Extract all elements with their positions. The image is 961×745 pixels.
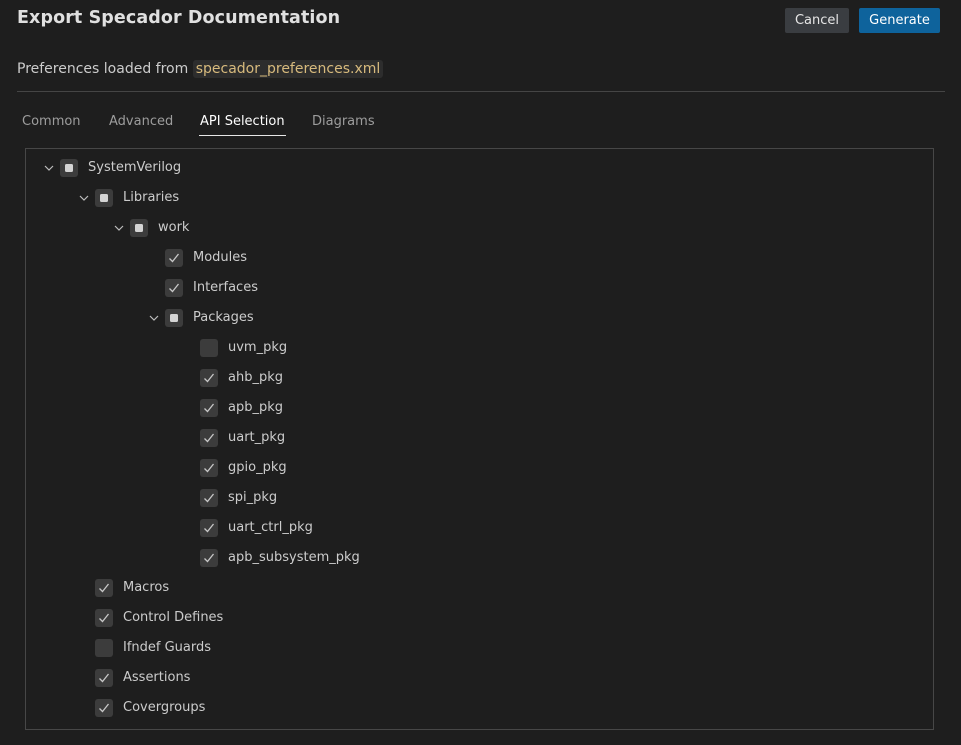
checkbox-partial[interactable] [130, 219, 148, 237]
checkbox-checked[interactable] [95, 669, 113, 687]
checkbox-checked[interactable] [95, 579, 113, 597]
check-icon [202, 401, 216, 415]
tree-item[interactable]: SystemVerilog [26, 159, 933, 179]
check-icon [202, 521, 216, 535]
tree-item[interactable]: Ifndef Guards [26, 639, 933, 659]
tree-item[interactable]: Macros [26, 579, 933, 599]
tree-item-label: Macros [123, 580, 170, 595]
indeterminate-icon [65, 164, 73, 172]
checkbox-checked[interactable] [200, 489, 218, 507]
tree-item-label: Libraries [123, 190, 180, 205]
check-icon [202, 491, 216, 505]
tree-item-label: Interfaces [193, 280, 258, 295]
checkbox-checked[interactable] [95, 699, 113, 717]
indeterminate-icon [135, 224, 143, 232]
tree-item[interactable]: spi_pkg [26, 489, 933, 509]
tab-diagrams[interactable]: Diagrams [312, 114, 375, 129]
preferences-prefix: Preferences loaded from [17, 61, 193, 77]
indeterminate-icon [100, 194, 108, 202]
tree-item-label: uvm_pkg [228, 340, 288, 355]
indeterminate-icon [170, 314, 178, 322]
tree-item-label: Covergroups [123, 700, 206, 715]
checkbox-checked[interactable] [165, 249, 183, 267]
check-icon [167, 251, 181, 265]
check-icon [202, 431, 216, 445]
tree-item-label: Packages [193, 310, 254, 325]
check-icon [202, 371, 216, 385]
tab-advanced[interactable]: Advanced [109, 114, 173, 129]
tree-item-label: apb_pkg [228, 400, 284, 415]
checkbox-checked[interactable] [200, 399, 218, 417]
cancel-button[interactable]: Cancel [785, 8, 849, 33]
tree-item[interactable]: Packages [26, 309, 933, 329]
tree-item[interactable]: ahb_pkg [26, 369, 933, 389]
tree-item-label: ahb_pkg [228, 370, 283, 385]
chevron-down-icon[interactable] [77, 191, 91, 205]
preferences-filename: specador_preferences.xml [192, 60, 384, 78]
generate-button[interactable]: Generate [859, 8, 940, 33]
tree-item[interactable]: apb_subsystem_pkg [26, 549, 933, 569]
tree-item[interactable]: apb_pkg [26, 399, 933, 419]
checkbox-partial[interactable] [60, 159, 78, 177]
tab-common[interactable]: Common [22, 114, 81, 129]
header-divider [17, 91, 945, 92]
checkbox-checked[interactable] [200, 519, 218, 537]
checkbox-partial[interactable] [165, 309, 183, 327]
dialog-title: Export Specador Documentation [17, 8, 341, 28]
check-icon [97, 581, 111, 595]
tree-item[interactable]: Modules [26, 249, 933, 269]
tree-item-label: Control Defines [123, 610, 224, 625]
check-icon [167, 281, 181, 295]
checkbox-checked[interactable] [200, 429, 218, 447]
checkbox-unchecked[interactable] [200, 339, 218, 357]
checkbox-checked[interactable] [200, 369, 218, 387]
checkbox-partial[interactable] [95, 189, 113, 207]
chevron-down-icon[interactable] [147, 311, 161, 325]
tree-item[interactable]: uvm_pkg [26, 339, 933, 359]
tree-item[interactable]: Assertions [26, 669, 933, 689]
tree-item-label: apb_subsystem_pkg [228, 550, 360, 565]
checkbox-unchecked[interactable] [95, 639, 113, 657]
tree-item-label: SystemVerilog [88, 160, 182, 175]
checkbox-checked[interactable] [165, 279, 183, 297]
tree-item-label: gpio_pkg [228, 460, 287, 475]
chevron-down-icon[interactable] [112, 221, 126, 235]
api-tree-panel: SystemVerilog Libraries work Modules Interfa… [25, 148, 934, 730]
check-icon [202, 551, 216, 565]
checkbox-checked[interactable] [200, 459, 218, 477]
tree-item[interactable]: uart_pkg [26, 429, 933, 449]
check-icon [97, 701, 111, 715]
tree-item[interactable]: uart_ctrl_pkg [26, 519, 933, 539]
check-icon [97, 671, 111, 685]
tree-item[interactable]: Interfaces [26, 279, 933, 299]
tree-item[interactable]: Libraries [26, 189, 933, 209]
tree-item-label: work [158, 220, 190, 235]
tree-item[interactable]: gpio_pkg [26, 459, 933, 479]
checkbox-checked[interactable] [200, 549, 218, 567]
check-icon [202, 461, 216, 475]
tab-api-selection[interactable]: API Selection [199, 114, 286, 136]
tree-item-label: Ifndef Guards [123, 640, 212, 655]
tree-item[interactable]: Covergroups [26, 699, 933, 719]
chevron-down-icon[interactable] [42, 161, 56, 175]
check-icon [97, 611, 111, 625]
tree-item-label: Modules [193, 250, 248, 265]
tree-item-label: uart_ctrl_pkg [228, 520, 313, 535]
tree-item-label: Assertions [123, 670, 191, 685]
tree-item-label: spi_pkg [228, 490, 278, 505]
tree-item[interactable]: Control Defines [26, 609, 933, 629]
tree-item[interactable]: work [26, 219, 933, 239]
checkbox-checked[interactable] [95, 609, 113, 627]
preferences-status: Preferences loaded from specador_prefere… [17, 60, 384, 78]
tree-item-label: uart_pkg [228, 430, 286, 445]
